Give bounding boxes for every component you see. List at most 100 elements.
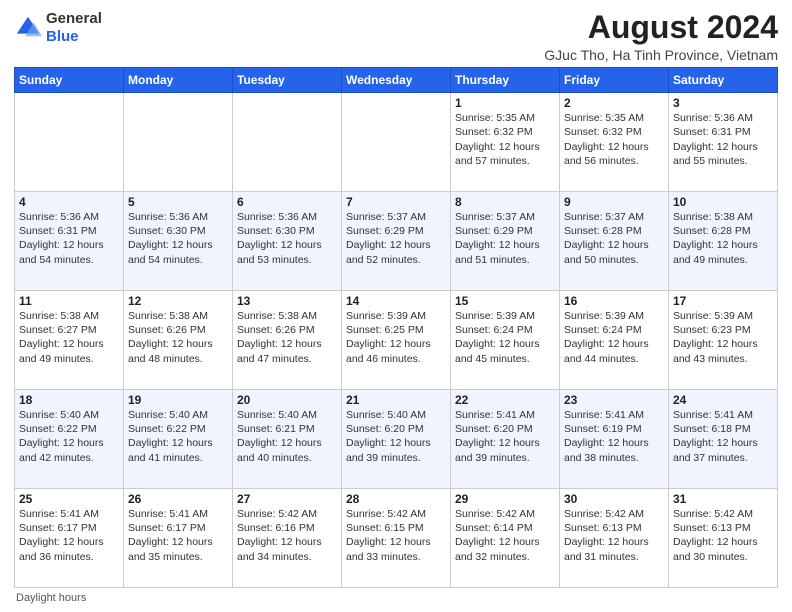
day-number: 26 [128,492,228,506]
calendar-cell: 30Sunrise: 5:42 AM Sunset: 6:13 PM Dayli… [560,489,669,588]
daylight-hours-label: Daylight hours [16,592,86,604]
logo-blue-text: Blue [46,28,102,46]
day-number: 18 [19,393,119,407]
day-info: Sunrise: 5:40 AM Sunset: 6:22 PM Dayligh… [19,408,119,465]
calendar-day-header: Thursday [451,68,560,93]
day-info: Sunrise: 5:36 AM Sunset: 6:30 PM Dayligh… [128,210,228,267]
calendar-cell: 15Sunrise: 5:39 AM Sunset: 6:24 PM Dayli… [451,291,560,390]
day-info: Sunrise: 5:41 AM Sunset: 6:17 PM Dayligh… [128,507,228,564]
day-info: Sunrise: 5:42 AM Sunset: 6:13 PM Dayligh… [673,507,773,564]
calendar-cell: 11Sunrise: 5:38 AM Sunset: 6:27 PM Dayli… [15,291,124,390]
calendar-day-header: Wednesday [342,68,451,93]
calendar-header-row: SundayMondayTuesdayWednesdayThursdayFrid… [15,68,778,93]
calendar-week-row: 4Sunrise: 5:36 AM Sunset: 6:31 PM Daylig… [15,192,778,291]
header: General Blue August 2024 GJuc Tho, Ha Ti… [14,10,778,63]
day-number: 29 [455,492,555,506]
day-info: Sunrise: 5:36 AM Sunset: 6:31 PM Dayligh… [19,210,119,267]
day-number: 16 [564,294,664,308]
day-info: Sunrise: 5:38 AM Sunset: 6:26 PM Dayligh… [237,309,337,366]
calendar-cell: 29Sunrise: 5:42 AM Sunset: 6:14 PM Dayli… [451,489,560,588]
calendar-cell [233,93,342,192]
day-info: Sunrise: 5:40 AM Sunset: 6:20 PM Dayligh… [346,408,446,465]
calendar-day-header: Saturday [669,68,778,93]
day-info: Sunrise: 5:41 AM Sunset: 6:17 PM Dayligh… [19,507,119,564]
month-year: August 2024 [544,10,778,45]
day-info: Sunrise: 5:35 AM Sunset: 6:32 PM Dayligh… [564,111,664,168]
day-info: Sunrise: 5:39 AM Sunset: 6:24 PM Dayligh… [455,309,555,366]
day-info: Sunrise: 5:42 AM Sunset: 6:15 PM Dayligh… [346,507,446,564]
day-number: 3 [673,96,773,110]
calendar-cell: 10Sunrise: 5:38 AM Sunset: 6:28 PM Dayli… [669,192,778,291]
day-info: Sunrise: 5:36 AM Sunset: 6:31 PM Dayligh… [673,111,773,168]
logo: General Blue [14,10,102,46]
day-number: 2 [564,96,664,110]
day-number: 19 [128,393,228,407]
day-info: Sunrise: 5:36 AM Sunset: 6:30 PM Dayligh… [237,210,337,267]
calendar-week-row: 1Sunrise: 5:35 AM Sunset: 6:32 PM Daylig… [15,93,778,192]
day-info: Sunrise: 5:37 AM Sunset: 6:29 PM Dayligh… [346,210,446,267]
calendar-cell: 19Sunrise: 5:40 AM Sunset: 6:22 PM Dayli… [124,390,233,489]
day-info: Sunrise: 5:38 AM Sunset: 6:26 PM Dayligh… [128,309,228,366]
day-number: 11 [19,294,119,308]
footer-note: Daylight hours [14,592,778,604]
calendar-week-row: 11Sunrise: 5:38 AM Sunset: 6:27 PM Dayli… [15,291,778,390]
day-number: 7 [346,195,446,209]
day-info: Sunrise: 5:42 AM Sunset: 6:14 PM Dayligh… [455,507,555,564]
day-info: Sunrise: 5:35 AM Sunset: 6:32 PM Dayligh… [455,111,555,168]
day-number: 21 [346,393,446,407]
calendar-day-header: Friday [560,68,669,93]
calendar-cell: 27Sunrise: 5:42 AM Sunset: 6:16 PM Dayli… [233,489,342,588]
calendar-cell: 13Sunrise: 5:38 AM Sunset: 6:26 PM Dayli… [233,291,342,390]
day-number: 30 [564,492,664,506]
day-number: 24 [673,393,773,407]
logo-icon [14,14,42,42]
day-number: 12 [128,294,228,308]
calendar-cell [15,93,124,192]
day-info: Sunrise: 5:41 AM Sunset: 6:19 PM Dayligh… [564,408,664,465]
calendar-day-header: Tuesday [233,68,342,93]
location: GJuc Tho, Ha Tinh Province, Vietnam [544,47,778,63]
day-info: Sunrise: 5:42 AM Sunset: 6:13 PM Dayligh… [564,507,664,564]
day-number: 14 [346,294,446,308]
day-number: 9 [564,195,664,209]
calendar-cell: 21Sunrise: 5:40 AM Sunset: 6:20 PM Dayli… [342,390,451,489]
calendar-cell [124,93,233,192]
calendar-cell: 1Sunrise: 5:35 AM Sunset: 6:32 PM Daylig… [451,93,560,192]
calendar-cell: 5Sunrise: 5:36 AM Sunset: 6:30 PM Daylig… [124,192,233,291]
calendar-cell: 28Sunrise: 5:42 AM Sunset: 6:15 PM Dayli… [342,489,451,588]
calendar-cell: 4Sunrise: 5:36 AM Sunset: 6:31 PM Daylig… [15,192,124,291]
day-info: Sunrise: 5:38 AM Sunset: 6:28 PM Dayligh… [673,210,773,267]
day-number: 6 [237,195,337,209]
calendar-cell: 24Sunrise: 5:41 AM Sunset: 6:18 PM Dayli… [669,390,778,489]
calendar-cell: 26Sunrise: 5:41 AM Sunset: 6:17 PM Dayli… [124,489,233,588]
day-number: 28 [346,492,446,506]
day-number: 10 [673,195,773,209]
title-area: August 2024 GJuc Tho, Ha Tinh Province, … [544,10,778,63]
day-number: 1 [455,96,555,110]
day-info: Sunrise: 5:39 AM Sunset: 6:25 PM Dayligh… [346,309,446,366]
day-info: Sunrise: 5:41 AM Sunset: 6:18 PM Dayligh… [673,408,773,465]
calendar-cell [342,93,451,192]
calendar-week-row: 25Sunrise: 5:41 AM Sunset: 6:17 PM Dayli… [15,489,778,588]
day-number: 4 [19,195,119,209]
day-number: 15 [455,294,555,308]
calendar-cell: 9Sunrise: 5:37 AM Sunset: 6:28 PM Daylig… [560,192,669,291]
day-number: 8 [455,195,555,209]
calendar-week-row: 18Sunrise: 5:40 AM Sunset: 6:22 PM Dayli… [15,390,778,489]
day-info: Sunrise: 5:40 AM Sunset: 6:21 PM Dayligh… [237,408,337,465]
day-number: 17 [673,294,773,308]
calendar-cell: 17Sunrise: 5:39 AM Sunset: 6:23 PM Dayli… [669,291,778,390]
day-info: Sunrise: 5:39 AM Sunset: 6:23 PM Dayligh… [673,309,773,366]
day-number: 22 [455,393,555,407]
day-info: Sunrise: 5:41 AM Sunset: 6:20 PM Dayligh… [455,408,555,465]
day-number: 5 [128,195,228,209]
day-number: 23 [564,393,664,407]
calendar-cell: 2Sunrise: 5:35 AM Sunset: 6:32 PM Daylig… [560,93,669,192]
day-info: Sunrise: 5:40 AM Sunset: 6:22 PM Dayligh… [128,408,228,465]
day-info: Sunrise: 5:37 AM Sunset: 6:29 PM Dayligh… [455,210,555,267]
calendar-cell: 12Sunrise: 5:38 AM Sunset: 6:26 PM Dayli… [124,291,233,390]
calendar-cell: 20Sunrise: 5:40 AM Sunset: 6:21 PM Dayli… [233,390,342,489]
page: General Blue August 2024 GJuc Tho, Ha Ti… [0,0,792,612]
calendar-day-header: Sunday [15,68,124,93]
calendar-cell: 8Sunrise: 5:37 AM Sunset: 6:29 PM Daylig… [451,192,560,291]
